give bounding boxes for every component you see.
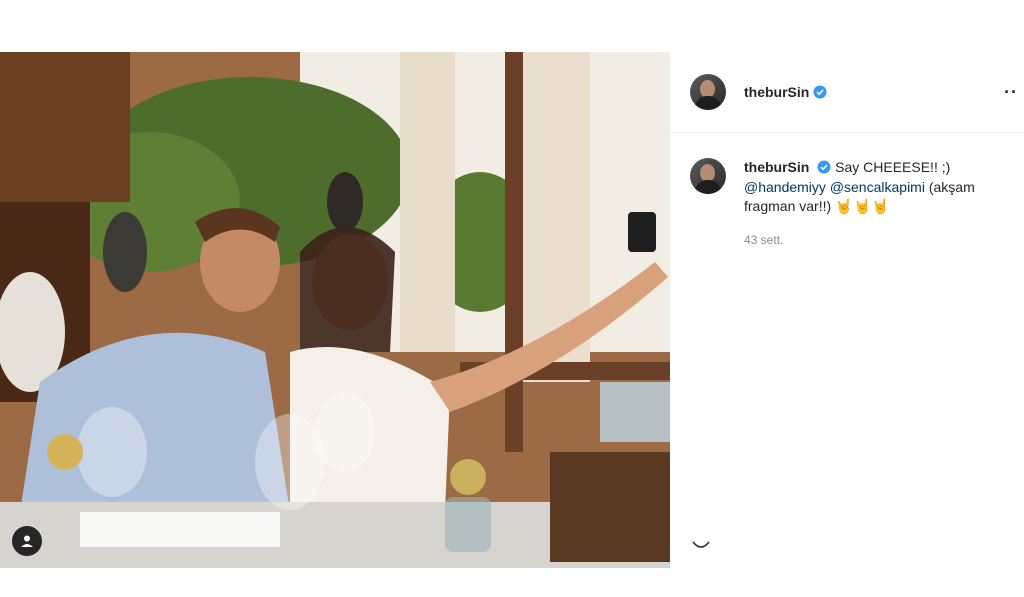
- author-username[interactable]: theburSin: [744, 84, 809, 100]
- verified-badge-icon: [817, 160, 831, 174]
- caption-username[interactable]: theburSin: [744, 159, 809, 175]
- mention-handemiyy[interactable]: @handemiyy: [744, 179, 826, 195]
- mention-sencalkapimi[interactable]: @sencalkapimi: [830, 179, 925, 195]
- post-photo[interactable]: [0, 52, 670, 568]
- author-avatar[interactable]: [690, 74, 726, 110]
- caption-text: Say CHEEESE!! ;): [835, 159, 951, 175]
- verified-badge-icon: [813, 85, 827, 99]
- photo-scene: [0, 52, 670, 568]
- more-options-icon[interactable]: ··: [1004, 82, 1018, 103]
- caption-avatar[interactable]: [690, 158, 726, 194]
- caption-comment: theburSin Say CHEEESE!! ;) @handemiyy @s…: [690, 158, 1020, 250]
- hand-emoji-icons: 🤘🤘🤘: [835, 198, 891, 214]
- post-timestamp[interactable]: 43 sett.: [744, 231, 1012, 251]
- post-sidebar: theburSin ·· theburSin Say CHEEESE!! ;) …: [670, 52, 1024, 568]
- post-header: theburSin ··: [670, 52, 1024, 133]
- person-tag-icon: [21, 535, 33, 547]
- caption-text-block: theburSin Say CHEEESE!! ;) @handemiyy @s…: [744, 158, 1012, 250]
- small-curve-icon: [692, 541, 710, 548]
- tag-people-button[interactable]: [12, 526, 42, 556]
